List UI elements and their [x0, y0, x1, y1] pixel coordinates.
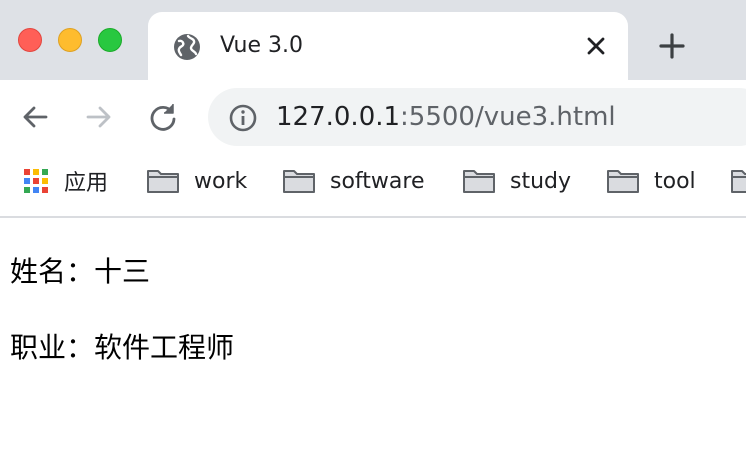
folder-icon: [463, 170, 495, 193]
bookmark-folder-overflow[interactable]: [730, 166, 746, 196]
bookmark-label: software: [330, 168, 425, 194]
plus-icon[interactable]: [656, 30, 688, 62]
job-text: 职业：软件工程师: [10, 331, 235, 364]
bookmark-label: work: [194, 168, 248, 194]
tab-strip: Vue 3.0: [0, 0, 746, 80]
bookmark-apps[interactable]: 应用: [22, 166, 108, 196]
bookmark-folder-work[interactable]: work: [146, 166, 247, 196]
folder-icon: [283, 170, 315, 193]
globe-icon: [174, 34, 200, 60]
bookmarks-bar: 应用 work software study tool: [0, 154, 746, 218]
bookmark-folder-software[interactable]: software: [282, 166, 424, 196]
apps-grid-icon: [22, 167, 50, 195]
tab-active[interactable]: Vue 3.0: [148, 12, 628, 80]
arrow-left-icon[interactable]: [18, 100, 52, 134]
url-text[interactable]: 127.0.0.1:5500/vue3.html: [276, 101, 616, 133]
reload-icon[interactable]: [146, 100, 180, 134]
url-path: :5500/vue3.html: [400, 102, 616, 132]
close-icon[interactable]: [582, 32, 610, 60]
address-bar[interactable]: 127.0.0.1:5500/vue3.html: [208, 88, 746, 146]
bookmark-folder-study[interactable]: study: [462, 166, 571, 196]
window-minimize-button[interactable]: [58, 28, 82, 52]
arrow-right-icon[interactable]: [82, 100, 116, 134]
bookmark-label: study: [510, 168, 572, 194]
tab-title: Vue 3.0: [220, 33, 304, 58]
bookmark-label: 应用: [64, 171, 109, 196]
info-icon[interactable]: [228, 103, 258, 133]
folder-icon: [147, 170, 179, 193]
browser-toolbar: 127.0.0.1:5500/vue3.html: [0, 80, 746, 154]
folder-icon: [731, 170, 746, 193]
name-text: 姓名：十三: [10, 255, 151, 288]
window-maximize-button[interactable]: [98, 28, 122, 52]
url-host: 127.0.0.1: [276, 102, 401, 132]
window-close-button[interactable]: [18, 28, 42, 52]
bookmark-folder-tool[interactable]: tool: [606, 166, 696, 196]
bookmark-label: tool: [654, 168, 696, 194]
folder-icon: [607, 170, 639, 193]
